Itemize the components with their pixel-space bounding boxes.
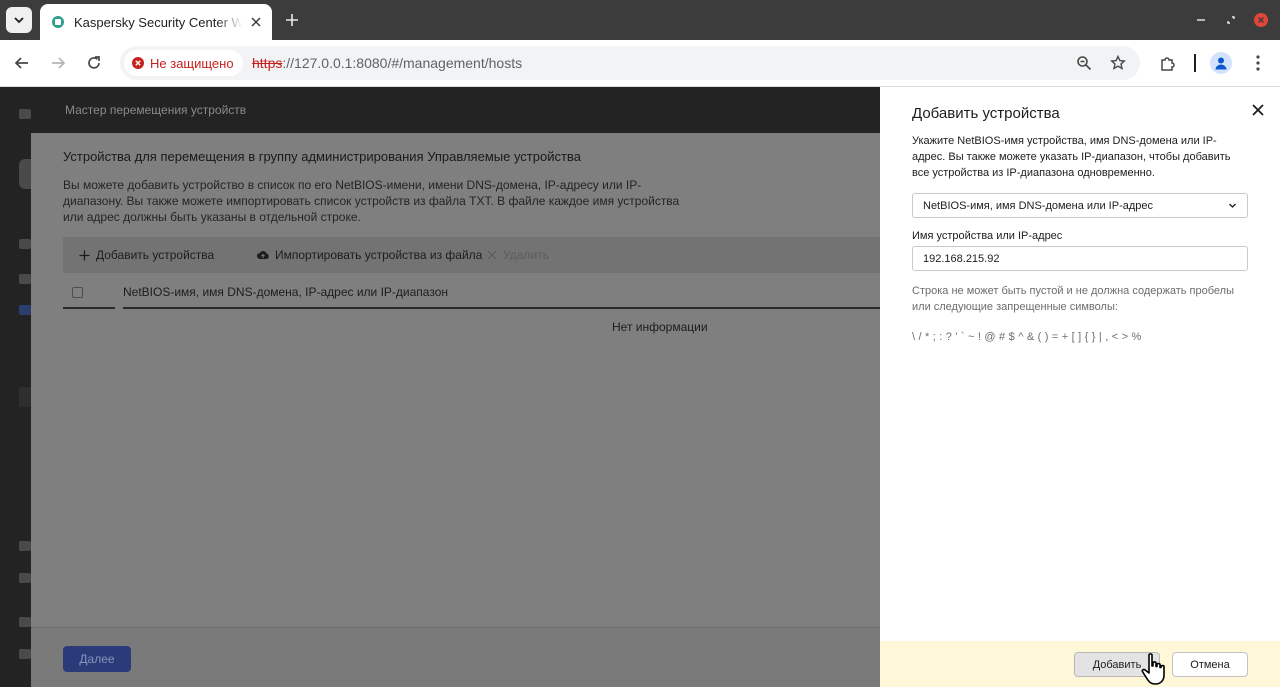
- menu-icon[interactable]: [19, 109, 31, 119]
- next-button[interactable]: Далее: [63, 646, 131, 672]
- new-tab-plus-icon[interactable]: [282, 10, 302, 30]
- browser-menu-kebab-icon[interactable]: [1247, 52, 1269, 74]
- reload-icon[interactable]: [83, 52, 105, 74]
- nav-icon-devices[interactable]: [19, 305, 31, 315]
- select-all-checkbox[interactable]: [72, 287, 83, 298]
- forward-arrow-icon[interactable]: [47, 52, 69, 74]
- bookmark-star-icon[interactable]: [1108, 53, 1128, 73]
- panel-footer: Добавить Отмена: [880, 641, 1280, 687]
- device-name-input[interactable]: [912, 246, 1248, 271]
- devices-table-header: NetBIOS-имя, имя DNS-домена, IP-адрес ил…: [63, 281, 881, 309]
- tab-close-icon[interactable]: [248, 14, 264, 30]
- browser-toolbar: Не защищено https://127.0.0.1:8080/#/man…: [0, 40, 1280, 87]
- nav-icon-3[interactable]: [19, 387, 31, 407]
- nav-icon-2[interactable]: [19, 274, 31, 284]
- address-bar[interactable]: Не защищено https://127.0.0.1:8080/#/man…: [120, 46, 1140, 80]
- url-path: ://127.0.0.1:8080/#/management/hosts: [282, 55, 523, 71]
- header-underline: [123, 307, 881, 309]
- delete-label: Удалить: [503, 248, 549, 262]
- kaspersky-favicon-icon: [50, 14, 66, 30]
- add-devices-label: Добавить устройства: [96, 248, 215, 262]
- wizard-title: Мастер перемещения устройств: [65, 103, 247, 117]
- security-chip[interactable]: Не защищено: [124, 50, 243, 76]
- back-arrow-icon[interactable]: [11, 52, 33, 74]
- minimize-icon[interactable]: [1192, 11, 1210, 29]
- plus-icon: [79, 250, 90, 261]
- tab-title: Kaspersky Security Center Web Console: [74, 14, 242, 30]
- import-devices-label: Импортировать устройства из файла: [275, 248, 483, 262]
- nav-icon-4[interactable]: [19, 541, 31, 551]
- close-x-icon: [487, 250, 497, 260]
- zoom-icon[interactable]: [1074, 53, 1094, 73]
- chevron-down-icon: [1228, 201, 1237, 210]
- wizard-description: Вы можете добавить устройство в список п…: [63, 178, 680, 224]
- browser-tabstrip: Kaspersky Security Center Web Console: [0, 0, 1280, 40]
- url-text[interactable]: https://127.0.0.1:8080/#/management/host…: [252, 55, 522, 71]
- nav-icon-5[interactable]: [19, 573, 31, 583]
- nav-icon-7[interactable]: [19, 649, 31, 659]
- header-underline: [63, 307, 115, 309]
- add-devices-panel: Добавить устройства Укажите NetBIOS-имя …: [880, 87, 1280, 687]
- tab-search-button[interactable]: [6, 7, 32, 33]
- validation-hint: Строка не может быть пустой и не должна …: [912, 285, 1234, 313]
- not-secure-icon: [132, 57, 144, 69]
- nav-icon-6[interactable]: [19, 617, 31, 627]
- panel-title: Добавить устройства: [912, 105, 1060, 122]
- move-devices-wizard: Мастер перемещения устройств Устройства …: [31, 87, 881, 687]
- chevron-down-icon: [14, 17, 24, 24]
- device-name-label: Имя устройства или IP-адрес: [912, 230, 1063, 242]
- window-close-icon[interactable]: [1252, 11, 1270, 29]
- delete-action[interactable]: Удалить: [487, 248, 549, 262]
- nav-icon-1[interactable]: [19, 239, 31, 249]
- empty-table-text: Нет информации: [612, 320, 708, 334]
- left-nav-rail: [0, 87, 31, 687]
- forbidden-characters: \ / * ; : ? ' ` ~ ! @ # $ ^ & ( ) = + [ …: [912, 331, 1142, 343]
- add-devices-action[interactable]: Добавить устройства: [79, 248, 214, 262]
- cancel-button[interactable]: Отмена: [1172, 652, 1248, 677]
- wizard-footer: Далее: [31, 627, 881, 687]
- wizard-heading: Устройства для перемещения в группу адми…: [63, 149, 581, 164]
- select-value: NetBIOS-имя, имя DNS-домена или IP-адрес: [923, 199, 1154, 212]
- wizard-header: Мастер перемещения устройств: [31, 87, 881, 133]
- browser-tab-active[interactable]: Kaspersky Security Center Web Console: [40, 4, 272, 40]
- wizard-action-bar: Добавить устройства Импортировать устрой…: [63, 237, 881, 273]
- cloud-upload-icon: [257, 250, 269, 260]
- profile-avatar-icon[interactable]: [1210, 52, 1232, 74]
- logo-icon: [19, 159, 31, 189]
- url-scheme: https: [252, 55, 283, 71]
- hand-pointer-cursor-icon: [1141, 653, 1165, 685]
- extensions-puzzle-icon[interactable]: [1157, 52, 1179, 74]
- panel-close-icon[interactable]: [1250, 102, 1266, 118]
- column-header-address[interactable]: NetBIOS-имя, имя DNS-домена, IP-адрес ил…: [123, 285, 448, 299]
- restore-icon[interactable]: [1222, 11, 1240, 29]
- address-type-select[interactable]: NetBIOS-имя, имя DNS-домена или IP-адрес: [912, 193, 1248, 218]
- import-devices-action[interactable]: Импортировать устройства из файла: [257, 248, 482, 262]
- security-label: Не защищено: [150, 55, 234, 71]
- toolbar-separator: [1194, 54, 1196, 72]
- panel-description: Укажите NetBIOS-имя устройства, имя DNS-…: [912, 135, 1231, 179]
